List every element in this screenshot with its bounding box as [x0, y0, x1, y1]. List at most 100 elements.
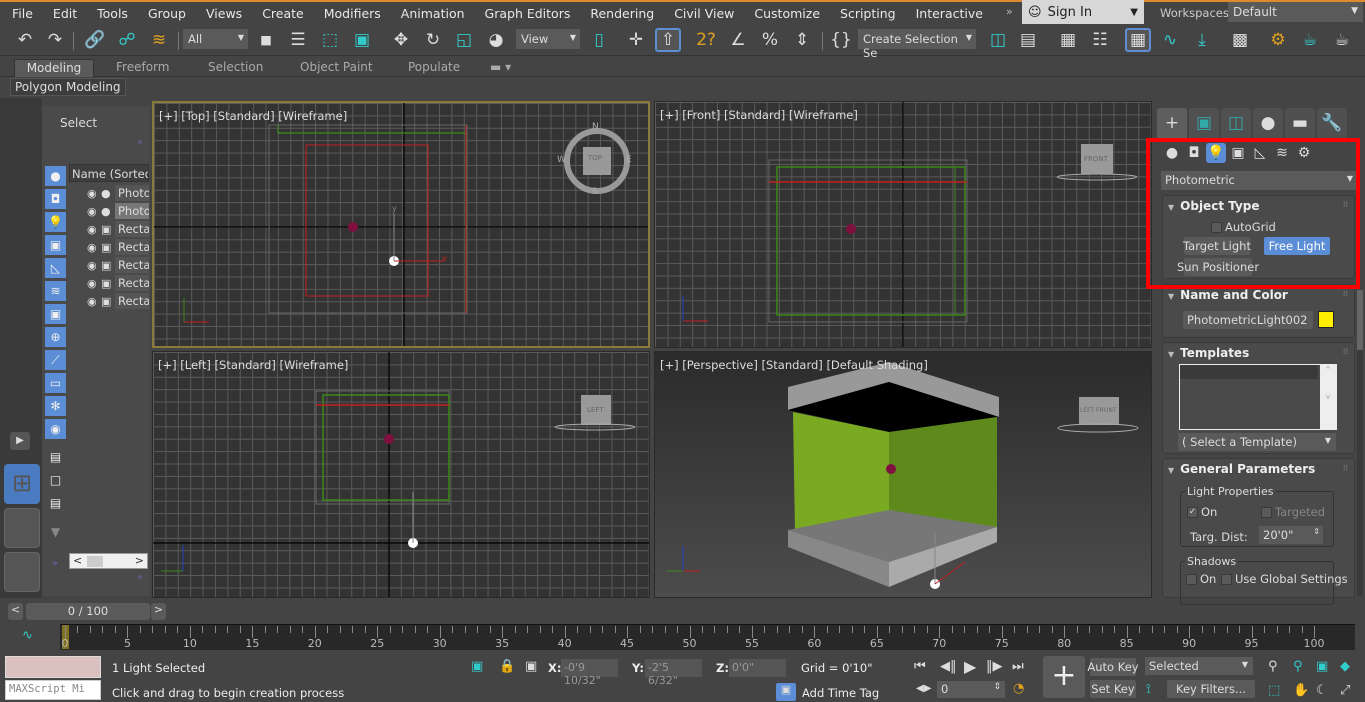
curve-editor-icon[interactable]: ∿: [1157, 28, 1183, 52]
tab-object-paint[interactable]: Object Paint: [292, 59, 381, 77]
autogrid-checkbox[interactable]: AutoGrid: [1211, 220, 1276, 234]
viewport-label[interactable]: [+] [Perspective] [Standard] [Default Sh…: [660, 358, 928, 372]
selection-filter-select[interactable]: All ▼: [183, 29, 248, 49]
rollout-header[interactable]: ▼ Name and Color: [1168, 288, 1288, 302]
visibility-eye-icon[interactable]: ◉: [87, 241, 101, 254]
viewport-label[interactable]: [+] [Left] [Standard] [Wireframe]: [158, 358, 348, 372]
list-item[interactable]: ◉ ● Photo: [87, 202, 149, 220]
display-geometry-icon[interactable]: ●: [45, 166, 66, 186]
reference-coord-select[interactable]: View ▼: [516, 29, 580, 49]
display-helpers-icon[interactable]: ◺: [45, 258, 66, 278]
isolate-selection-icon[interactable]: ▣: [471, 659, 483, 674]
bind-space-warp-icon[interactable]: ≋: [146, 28, 172, 52]
checkbox[interactable]: [1186, 574, 1197, 585]
zoom-all-icon[interactable]: ⚲: [1293, 659, 1303, 674]
use-global-settings-checkbox[interactable]: Use Global Settings: [1221, 572, 1348, 586]
visibility-eye-icon[interactable]: ◉: [87, 277, 101, 290]
spinner-arrows-icon[interactable]: ⇕: [993, 682, 1001, 692]
menu-file[interactable]: File: [0, 6, 43, 21]
list-item[interactable]: ◉ ▣ Recta: [87, 238, 149, 256]
edit-named-sel-icon[interactable]: {}: [828, 28, 854, 52]
grip-icon[interactable]: ⁞⁞: [1343, 463, 1348, 472]
menu-scripting[interactable]: Scripting: [830, 6, 906, 21]
layout-single-icon[interactable]: [4, 508, 40, 548]
visibility-eye-icon[interactable]: ◉: [87, 223, 101, 236]
set-key-button[interactable]: Set Key: [1090, 680, 1136, 698]
display-bones-icon[interactable]: ⟋: [45, 350, 66, 370]
track-bar[interactable]: 0 5 10 15 20 25 30 35 40 45 50 55 60 65 70 75 80 85 90 95 10…: [60, 624, 1355, 650]
scroll-left-icon[interactable]: <: [73, 554, 82, 567]
list-item[interactable]: ◉ ▣ Recta: [87, 292, 149, 310]
layer-explorer-icon[interactable]: ☷: [1087, 28, 1113, 52]
key-mode-select[interactable]: Selected ▼: [1145, 657, 1253, 675]
zoom-extents-icon[interactable]: ▣: [1316, 659, 1328, 674]
checkbox[interactable]: ✓: [1187, 507, 1198, 518]
menu-overflow-icon[interactable]: »: [1006, 5, 1013, 18]
viewcube-label[interactable]: FRONT: [1084, 155, 1108, 163]
expand-icon[interactable]: »: [52, 558, 58, 569]
pan-icon[interactable]: ✋: [1293, 683, 1309, 698]
display-particles-icon[interactable]: ✻: [45, 396, 66, 416]
targ-dist-spinner[interactable]: 20'0" ⇕: [1259, 526, 1323, 544]
expand-icon[interactable]: »: [137, 572, 143, 583]
viewcube-label[interactable]: LEFT FRONT: [1080, 407, 1117, 414]
explorer-horizontal-scrollbar[interactable]: < >: [69, 553, 148, 569]
set-keys-button[interactable]: +: [1043, 656, 1085, 698]
sun-positioner-button[interactable]: Sun Positioner: [1177, 258, 1259, 276]
y-coord-field[interactable]: -2'5 6/32": [645, 659, 702, 687]
viewcube-label[interactable]: TOP: [588, 154, 602, 162]
menu-customize[interactable]: Customize: [744, 6, 830, 21]
object-color-swatch[interactable]: [1318, 311, 1334, 328]
x-coord-field[interactable]: -0'9 10/32": [561, 659, 618, 687]
rollout-header[interactable]: ▼ Templates: [1168, 346, 1249, 360]
pivot-icon[interactable]: ▯: [586, 28, 612, 52]
light-on-checkbox[interactable]: ✓ On: [1187, 505, 1217, 519]
auto-key-button[interactable]: Auto Key: [1087, 658, 1139, 676]
orbit-icon[interactable]: ☾: [1316, 683, 1328, 698]
menu-edit[interactable]: Edit: [43, 6, 87, 21]
cameras-icon[interactable]: ▣: [1228, 143, 1248, 163]
rendered-frame-icon[interactable]: ☕: [1297, 28, 1323, 52]
shadow-on-checkbox[interactable]: On: [1186, 572, 1216, 586]
zoom-icon[interactable]: ⚲: [1268, 659, 1278, 674]
shapes-icon[interactable]: ◘: [1184, 143, 1204, 163]
menu-tools[interactable]: Tools: [87, 6, 138, 21]
display-containers-icon[interactable]: ▭: [45, 373, 66, 393]
modify-tab-icon[interactable]: ▣: [1189, 108, 1219, 138]
display-frozen-icon[interactable]: ◉: [45, 419, 66, 439]
name-column-header[interactable]: Name (Sorted A: [69, 164, 149, 182]
place-icon[interactable]: ◕: [483, 28, 509, 52]
tab-freeform[interactable]: Freeform: [108, 59, 177, 77]
expand-icon[interactable]: »: [137, 137, 143, 148]
helpers-icon[interactable]: ◺: [1250, 143, 1270, 163]
spinner-arrows-icon[interactable]: ⇕: [1313, 527, 1320, 536]
material-editor-icon[interactable]: ▩: [1227, 28, 1253, 52]
display-lights-icon[interactable]: 💡: [45, 212, 66, 232]
create-tab-icon[interactable]: +: [1157, 108, 1187, 138]
viewcube-label[interactable]: LEFT: [587, 406, 604, 414]
menu-animation[interactable]: Animation: [391, 6, 475, 21]
list-item[interactable]: ◉ ▣ Recta: [87, 220, 149, 238]
selection-lock-icon[interactable]: 🔒: [499, 659, 515, 674]
display-cameras-icon[interactable]: ▣: [45, 235, 66, 255]
keyboard-shortcut-icon[interactable]: ⇧: [655, 28, 681, 52]
scroll-thumb[interactable]: [87, 556, 103, 567]
viewport-top[interactable]: [+] [Top] [Standard] [Wireframe] x y TOP…: [152, 101, 650, 348]
maxscript-input[interactable]: MAXScript Mi: [5, 680, 101, 700]
time-configuration-icon[interactable]: ◔: [1013, 681, 1024, 696]
list-item[interactable]: ◉ ▣ Recta: [87, 256, 149, 274]
current-frame-spinner[interactable]: 0 ⇕: [937, 681, 1005, 698]
display-invert-icon[interactable]: ▤: [45, 493, 66, 513]
mini-curve-editor-icon[interactable]: ∿: [22, 628, 33, 643]
rollout-header[interactable]: ▼ General Parameters: [1168, 462, 1315, 476]
visibility-eye-icon[interactable]: ◉: [87, 205, 101, 218]
rollout-header[interactable]: ▼ Object Type: [1168, 199, 1260, 213]
workspaces-select[interactable]: Default ▼: [1228, 2, 1363, 22]
render-icon[interactable]: ☕: [1329, 28, 1355, 52]
named-selection-select[interactable]: Create Selection Se ▼: [858, 29, 976, 60]
time-tag-icon[interactable]: ▣: [776, 683, 796, 701]
target-light-button[interactable]: Target Light: [1183, 237, 1251, 255]
ribbon-options-icon[interactable]: ▬ ▾: [482, 59, 519, 77]
menu-create[interactable]: Create: [252, 6, 314, 21]
geometry-icon[interactable]: ●: [1162, 143, 1182, 163]
